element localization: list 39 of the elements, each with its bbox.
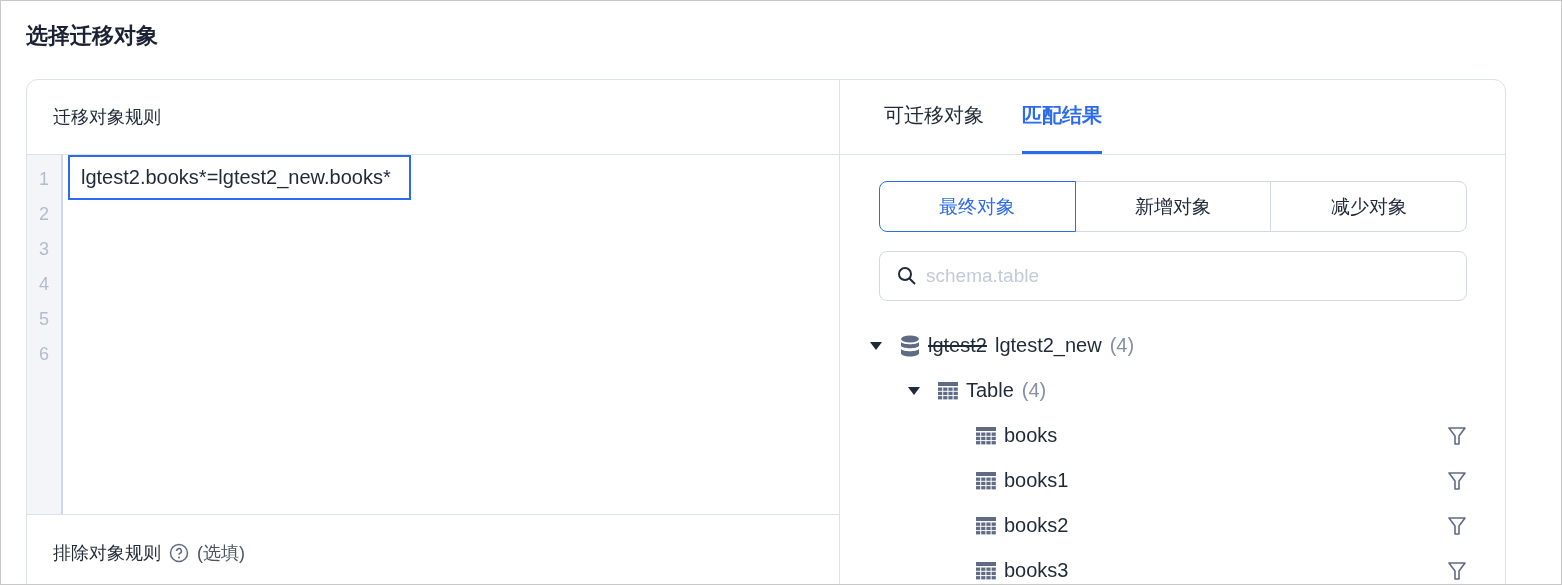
table-icon	[976, 471, 996, 490]
page-title: 选择迁移对象	[26, 22, 159, 50]
node-name[interactable]: books1	[1004, 469, 1069, 492]
line-number: 6	[39, 343, 49, 366]
line-number: 5	[39, 308, 49, 331]
database-icon	[900, 334, 920, 357]
line-number: 1	[39, 168, 49, 191]
node-count: (4)	[1021, 379, 1047, 402]
filter-icon[interactable]	[1447, 560, 1467, 581]
line-number: 2	[39, 203, 49, 226]
node-name[interactable]: Table	[966, 379, 1014, 402]
node-count: (4)	[1109, 334, 1135, 357]
table-icon	[976, 516, 996, 535]
caret-icon[interactable]	[870, 341, 882, 350]
node-name[interactable]: books	[1004, 424, 1058, 447]
line-number: 3	[39, 238, 49, 261]
tab[interactable]: 可迁移对象	[884, 80, 984, 154]
filter-icon[interactable]	[1447, 425, 1467, 446]
search-icon	[897, 266, 917, 286]
table-icon	[976, 561, 996, 580]
node-name[interactable]: lgtest2_new	[994, 334, 1102, 357]
node-name[interactable]: books3	[1004, 559, 1069, 582]
caret-icon[interactable]	[908, 386, 920, 395]
old-name: lgtest2	[928, 334, 987, 357]
help-icon[interactable]	[169, 543, 189, 563]
exclude-label: 排除对象规则	[53, 542, 161, 565]
pane-heading: 迁移对象规则	[53, 106, 161, 129]
search-field[interactable]: schema.table	[879, 251, 1467, 301]
segment-button[interactable]: 减少对象	[1270, 181, 1467, 232]
line-number: 4	[39, 273, 49, 296]
segment-button[interactable]: 新增对象	[1074, 181, 1272, 232]
filter-icon[interactable]	[1447, 515, 1467, 536]
optional-hint: (选填)	[197, 542, 245, 565]
tab[interactable]: 匹配结果	[1022, 80, 1102, 154]
filter-icon[interactable]	[1447, 470, 1467, 491]
table-icon	[938, 381, 958, 400]
table-icon	[976, 426, 996, 445]
node-name[interactable]: books2	[1004, 514, 1069, 537]
segment-button[interactable]: 最终对象	[879, 181, 1076, 232]
